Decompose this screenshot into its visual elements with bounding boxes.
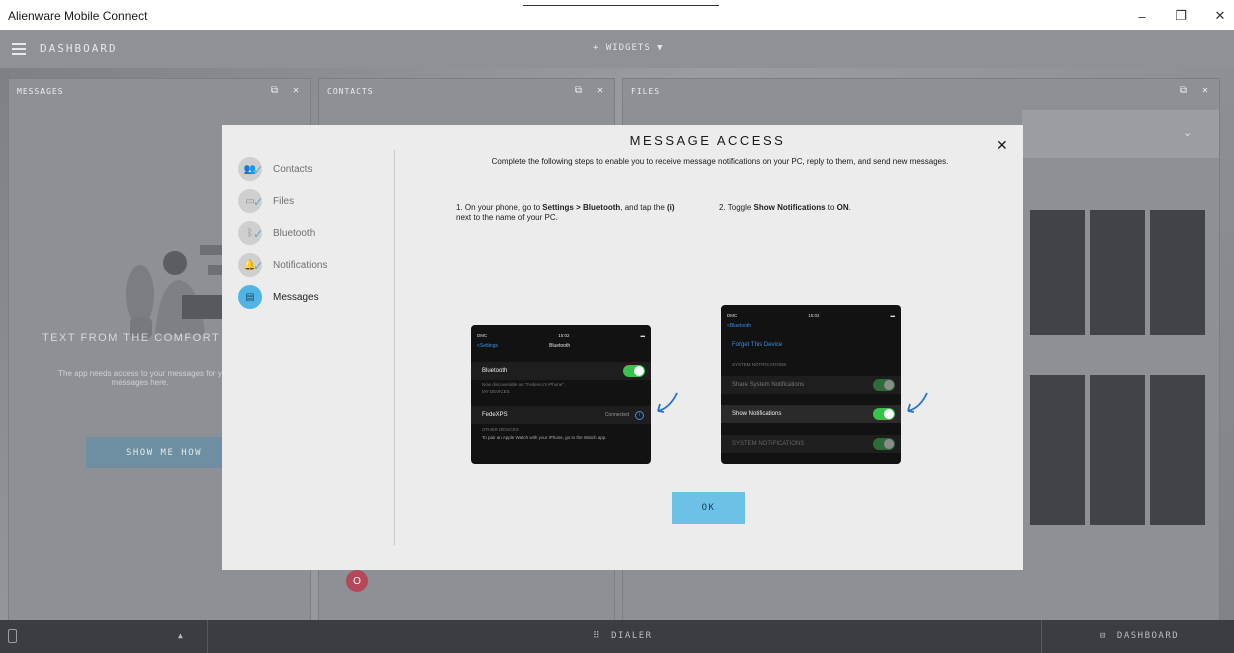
dashboard-icon: ⊟	[1100, 631, 1107, 641]
title-bar-divider	[523, 5, 719, 6]
nav-divider	[394, 150, 395, 545]
ok-button[interactable]: OK	[672, 492, 745, 524]
messages-panel-title: MESSAGES	[17, 87, 64, 96]
dashboard-button[interactable]: ⊟ DASHBOARD	[1100, 631, 1179, 641]
nav-item-files[interactable]: ▭ ✓ Files	[238, 185, 327, 217]
messages-panel-header: MESSAGES ⧉ ✕	[9, 79, 310, 101]
popout-icon[interactable]: ⧉	[1180, 85, 1188, 96]
pointer-arrow-icon	[657, 392, 678, 413]
app-title: Alienware Mobile Connect	[8, 9, 148, 23]
bluetooth-settings-screenshot: DMC 15:02 ▬ <Settings Bluetooth Bluetooth …	[471, 325, 651, 464]
phone-back-link: <Bluetooth	[727, 323, 752, 329]
phone-discoverable-note: Now discoverable as "Federico's iPhone".	[482, 382, 566, 387]
nav-item-messages[interactable]: ▤ Messages	[238, 281, 327, 313]
contact-avatar: O	[346, 570, 368, 592]
popout-icon[interactable]: ⧉	[271, 85, 279, 96]
phone-device-row: FedeXPS Connected i	[471, 406, 651, 424]
dialog-title: MESSAGE ACCESS	[629, 133, 786, 148]
message-access-dialog: 👥 ✓ Contacts ▭ ✓ Files ᛒ ✓ Bluetooth 🔔 ✓…	[222, 125, 1023, 570]
contacts-panel-header: CONTACTS ⧉ ✕	[319, 79, 614, 101]
phone-icon	[8, 629, 17, 643]
file-thumbnail[interactable]	[1090, 375, 1145, 525]
dashboard-header: DASHBOARD + WIDGETS ▼	[0, 30, 1234, 68]
phone-section-label: MY DEVICES	[482, 389, 510, 394]
nav-label: Bluetooth	[273, 227, 316, 239]
file-thumbnail[interactable]	[1150, 375, 1205, 525]
file-thumbnail[interactable]	[1150, 210, 1205, 335]
dashboard-label: DASHBOARD	[1116, 631, 1180, 641]
panel-close-icon[interactable]: ✕	[293, 85, 300, 96]
dialpad-icon: ⠿	[593, 631, 602, 641]
checkmark-icon: ✓	[253, 227, 264, 241]
panel-close-icon[interactable]: ✕	[1202, 85, 1209, 96]
bottom-bar-divider	[207, 620, 208, 653]
phone-header: Bluetooth	[549, 343, 571, 349]
file-thumbnail[interactable]	[1030, 210, 1085, 335]
phone-show-notifications-row: Show Notifications	[721, 405, 901, 423]
show-me-how-button[interactable]: SHOW ME HOW	[86, 437, 242, 468]
step-2-instruction: 2. Toggle Show Notifications to ON.	[719, 203, 851, 212]
dialer-label: DIALER	[611, 631, 653, 641]
panel-close-icon[interactable]: ✕	[597, 85, 604, 96]
device-menu-caret[interactable]: ▲	[178, 631, 184, 640]
maximize-button[interactable]: ❐	[1167, 6, 1195, 26]
checkmark-icon: ✓	[253, 259, 264, 273]
step-1-instruction: 1. On your phone, go to Settings > Bluet…	[456, 203, 675, 222]
checkmark-icon: ✓	[253, 195, 264, 209]
phone-forget-row: Forget This Device	[721, 336, 901, 354]
dialer-button[interactable]: ⠿ DIALER	[593, 631, 653, 641]
title-bar: Alienware Mobile Connect – ❐ ✕	[0, 0, 1234, 30]
contact-row[interactable]: O	[346, 570, 368, 592]
checkmark-icon: ✓	[253, 163, 264, 177]
phone-watch-note: To pair an Apple Watch with your iPhone,…	[482, 435, 607, 440]
phone-status-bar: DMC 15:02 ▬	[727, 313, 895, 318]
hamburger-menu-icon[interactable]	[12, 43, 26, 55]
minimize-button[interactable]: –	[1128, 6, 1156, 26]
close-icon[interactable]: ✕	[996, 137, 1008, 154]
popout-icon[interactable]: ⧉	[575, 85, 583, 96]
file-thumbnail[interactable]	[1090, 210, 1145, 335]
close-window-button[interactable]: ✕	[1206, 6, 1234, 26]
nav-item-notifications[interactable]: 🔔 ✓ Notifications	[238, 249, 327, 281]
file-thumbnail[interactable]	[1030, 375, 1085, 525]
messages-description: The app needs access to your messages fo…	[58, 369, 222, 387]
phone-share-row: Share System Notifications	[721, 376, 901, 394]
phone-back-link: <Settings	[477, 343, 498, 349]
pointer-arrow-icon	[907, 392, 928, 413]
notification-settings-screenshot: DMC 15:02 ▬ <Bluetooth Forget This Device …	[721, 305, 901, 464]
toggle-dim	[873, 438, 895, 450]
phone-bluetooth-row: Bluetooth	[471, 362, 651, 380]
bottom-bar: ▲ ⠿ DIALER ⊟ DASHBOARD	[0, 620, 1234, 653]
phone-system-row: SYSTEM NOTIFICATIONS	[721, 435, 901, 453]
widgets-button[interactable]: + WIDGETS ▼	[593, 43, 664, 53]
toggle-on	[873, 408, 895, 420]
dialog-subtitle: Complete the following steps to enable y…	[491, 157, 949, 166]
chevron-down-icon[interactable]: ⌄	[1183, 126, 1192, 139]
files-panel-title: FILES	[631, 87, 661, 96]
nav-item-contacts[interactable]: 👥 ✓ Contacts	[238, 153, 327, 185]
toggle-on	[623, 365, 645, 377]
phone-status-bar: DMC 15:02 ▬	[477, 333, 645, 338]
setup-steps-nav: 👥 ✓ Contacts ▭ ✓ Files ᛒ ✓ Bluetooth 🔔 ✓…	[238, 153, 327, 313]
phone-section-label: OTHER DEVICES	[482, 427, 519, 432]
toggle-dim	[873, 379, 895, 391]
dashboard-title: DASHBOARD	[40, 42, 118, 55]
phone-section-label: SYSTEM NOTIFICATIONS	[732, 362, 787, 367]
nav-label: Messages	[273, 291, 319, 303]
files-panel-header: FILES ⧉ ✕	[623, 79, 1219, 101]
contacts-panel-title: CONTACTS	[327, 87, 374, 96]
info-icon: i	[635, 410, 644, 420]
nav-label: Files	[273, 195, 295, 207]
nav-item-bluetooth[interactable]: ᛒ ✓ Bluetooth	[238, 217, 327, 249]
message-icon: ▤	[238, 285, 262, 309]
nav-label: Contacts	[273, 163, 313, 175]
nav-label: Notifications	[273, 259, 328, 271]
bottom-bar-divider	[1041, 620, 1042, 653]
